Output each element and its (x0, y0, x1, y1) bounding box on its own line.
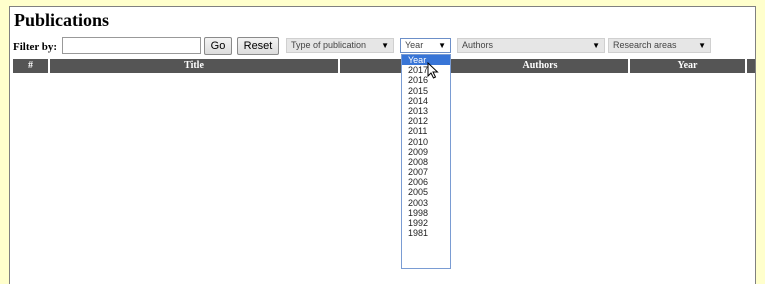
year-option[interactable]: 1981 (402, 228, 450, 238)
year-option[interactable]: 2014 (402, 96, 450, 106)
year-option[interactable]: 2006 (402, 177, 450, 187)
year-option[interactable]: 2016 (402, 75, 450, 85)
column-header-number[interactable]: # (13, 59, 50, 73)
filter-label: Filter by: (13, 41, 58, 53)
publication-type-select-label: Type of publication (291, 40, 367, 50)
table-header: # Title Authors Year (13, 59, 755, 73)
year-option[interactable]: 1998 (402, 208, 450, 218)
year-option[interactable]: Year (402, 55, 450, 66)
year-option[interactable]: 2005 (402, 187, 450, 197)
mouse-pointer-icon (427, 62, 439, 79)
year-option[interactable]: 2011 (402, 126, 450, 136)
dropdown-arrow-icon: ▼ (592, 41, 600, 50)
year-option[interactable]: 2017 (402, 65, 450, 75)
year-select[interactable]: Year ▼ (400, 38, 451, 53)
research-areas-select-label: Research areas (613, 40, 677, 50)
column-header-blank (340, 59, 402, 73)
dropdown-arrow-icon: ▼ (438, 41, 446, 50)
year-option[interactable]: 2013 (402, 106, 450, 116)
authors-select[interactable]: Authors ▼ (457, 38, 605, 53)
column-header-year[interactable]: Year (630, 59, 747, 73)
research-areas-select[interactable]: Research areas ▼ (608, 38, 711, 53)
authors-select-label: Authors (462, 40, 494, 50)
year-option[interactable]: 2015 (402, 86, 450, 96)
dropdown-arrow-icon: ▼ (381, 41, 389, 50)
page-title: Publications (14, 10, 110, 30)
year-dropdown-list[interactable]: Year 2017 2016 2015 2014 2013 2012 2011 2010 2009… (401, 54, 451, 269)
year-option[interactable]: 2009 (402, 147, 450, 157)
column-header-title[interactable]: Title (50, 59, 340, 73)
year-option[interactable]: 2012 (402, 116, 450, 126)
year-option[interactable]: 2007 (402, 167, 450, 177)
column-header-authors[interactable]: Authors (452, 59, 630, 73)
publication-type-select[interactable]: Type of publication ▼ (286, 38, 394, 53)
dropdown-arrow-icon: ▼ (698, 41, 706, 50)
year-option[interactable]: 2010 (402, 137, 450, 147)
reset-button[interactable]: Reset (237, 37, 279, 55)
filter-input[interactable] (62, 37, 201, 54)
year-option[interactable]: 2008 (402, 157, 450, 167)
year-select-label: Year (405, 40, 424, 50)
year-option[interactable]: 2003 (402, 198, 450, 208)
year-option[interactable]: 1992 (402, 218, 450, 228)
publications-panel: Publications Filter by: Go Reset Type of… (9, 6, 756, 284)
go-button[interactable]: Go (204, 37, 232, 55)
